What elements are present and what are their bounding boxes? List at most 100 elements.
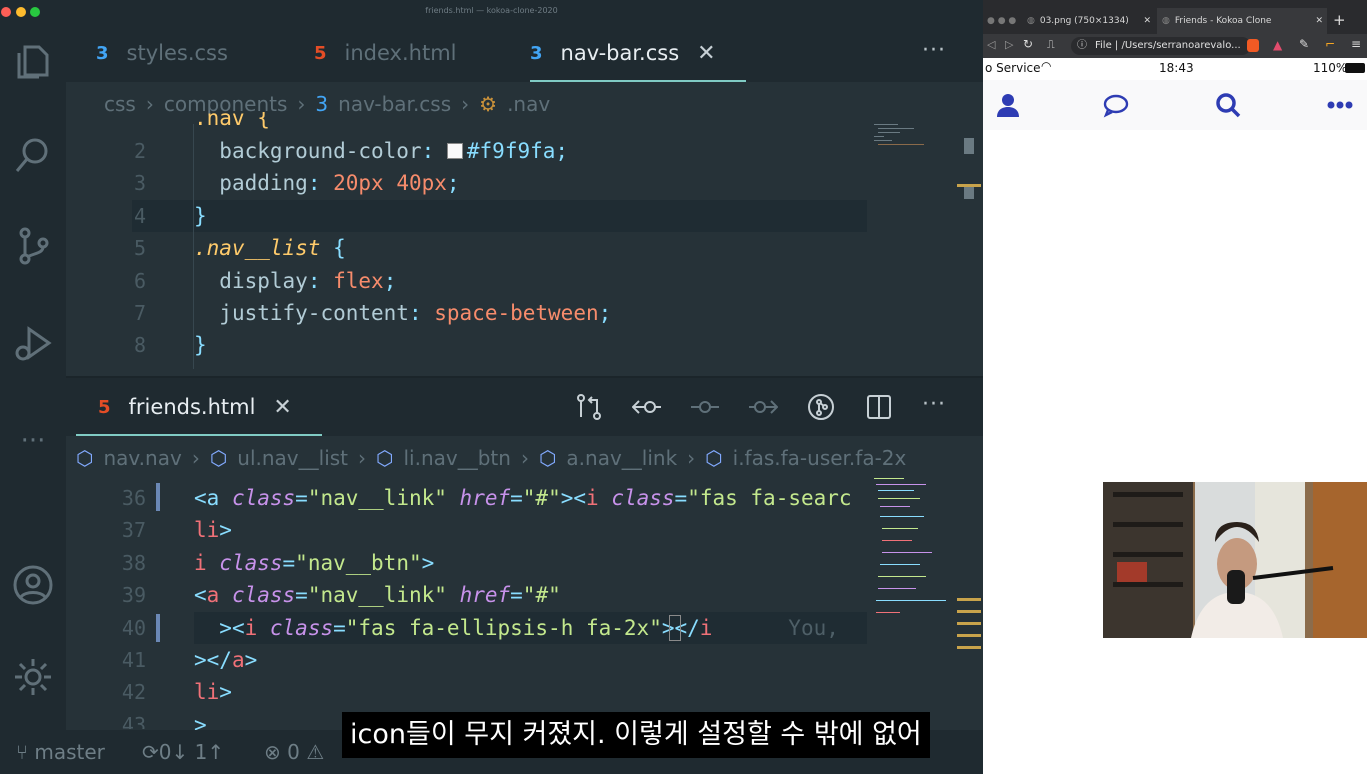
- element-icon: ⬡: [538, 446, 557, 470]
- user-icon[interactable]: [995, 92, 1021, 118]
- minimap-bottom[interactable]: [872, 476, 956, 626]
- bookmark-icon[interactable]: ⎍: [1047, 38, 1055, 52]
- new-tab-button[interactable]: +: [1333, 11, 1346, 29]
- pin-icon[interactable]: ⌐: [1325, 37, 1335, 51]
- source-control-icon[interactable]: [10, 222, 56, 268]
- brave-shield-icon[interactable]: [1247, 39, 1259, 52]
- line-number: 38: [121, 551, 146, 575]
- extension-icon[interactable]: ✎: [1299, 37, 1309, 51]
- browser-tab-label: 03.png (750×1334): [1039, 16, 1129, 26]
- video-subtitle: icon들이 무지 커졌지. 이렇게 설정할 수 밖에 없어: [342, 712, 930, 758]
- problems-indicator[interactable]: ⊗ 0 ⚠: [264, 740, 324, 764]
- previous-change-icon[interactable]: [631, 392, 662, 422]
- tab-styles-css[interactable]: 3 styles.css: [96, 24, 228, 82]
- more-actions-icon[interactable]: ···: [922, 38, 946, 63]
- close-tab-icon[interactable]: ✕: [697, 41, 715, 66]
- globe-icon: ◍: [1027, 16, 1035, 26]
- split-editor-icon[interactable]: [864, 392, 894, 422]
- next-change-icon[interactable]: [748, 392, 779, 422]
- browser-tab[interactable]: ◍ 03.png (750×1334) ✕: [1027, 8, 1155, 34]
- window-controls-icon[interactable]: ● ● ●: [987, 16, 1016, 26]
- css3-icon: 3: [96, 42, 109, 64]
- ellipsis-icon[interactable]: [1327, 92, 1353, 118]
- tab-friends-html[interactable]: 5 friends.html ✕: [98, 378, 322, 436]
- account-icon[interactable]: [10, 562, 56, 608]
- editor-group-bottom: 5 friends.html ✕ ··· ⬡ nav.nav › ⬡ ul.na…: [66, 378, 983, 730]
- scrollbar-thumb[interactable]: [964, 138, 974, 154]
- code-text: background-color: [219, 139, 422, 163]
- phone-status-bar: o Service ◠ 18:43 110%: [983, 58, 1367, 80]
- open-changes-icon[interactable]: [574, 392, 604, 422]
- minimap-top[interactable]: [872, 122, 952, 162]
- browser-tab-bar: ● ● ● ◍ 03.png (750×1334) ✕ ◍ Friends - …: [983, 8, 1367, 34]
- code-text: }: [194, 204, 207, 228]
- breadcrumb-item[interactable]: ul.nav__list: [237, 446, 348, 470]
- tab-nav-bar-css[interactable]: 3 nav-bar.css ✕: [530, 24, 746, 82]
- address-bar[interactable]: ⓘ File | /Users/serranoarevalo...: [1071, 37, 1251, 55]
- more-views-icon[interactable]: ···: [10, 418, 56, 464]
- code-line: >: [194, 713, 207, 730]
- back-icon[interactable]: ◁: [987, 38, 995, 51]
- forward-icon[interactable]: ▷: [1005, 38, 1013, 51]
- scrollbar-thumb[interactable]: [964, 187, 974, 199]
- carrier-label: o Service: [985, 61, 1041, 75]
- sync-counts: 0↓ 1↑: [158, 740, 225, 764]
- sync-indicator[interactable]: ⟳0↓ 1↑: [142, 740, 224, 764]
- git-lens-icon[interactable]: [806, 392, 836, 422]
- wifi-icon: ◠: [1041, 59, 1052, 73]
- element-icon: ⬡: [209, 446, 228, 470]
- tab-label: nav-bar.css: [560, 41, 680, 65]
- code-area-top[interactable]: .nav { background-color: #f9f9fa; paddin…: [194, 112, 874, 376]
- breadcrumb-item[interactable]: li.nav__btn: [403, 446, 510, 470]
- commit-icon[interactable]: [690, 392, 720, 422]
- color-swatch[interactable]: [446, 143, 463, 159]
- code-line: }: [194, 329, 207, 361]
- reload-icon[interactable]: ↻: [1023, 37, 1033, 51]
- git-gutter-modified: [156, 614, 160, 642]
- rewards-icon[interactable]: ▲: [1273, 38, 1282, 52]
- search-icon[interactable]: [1215, 92, 1241, 118]
- active-tab-indicator: [76, 434, 307, 436]
- code-line: i class="nav__btn">: [194, 551, 435, 575]
- more-actions-icon[interactable]: ···: [922, 392, 946, 417]
- window-title: friends.html — kokoa-clone-2020: [425, 6, 558, 15]
- settings-gear-icon[interactable]: [10, 654, 56, 700]
- close-tab-icon[interactable]: ✕: [273, 395, 291, 420]
- bracket-match-highlight: [669, 615, 681, 641]
- html5-icon: 5: [98, 396, 111, 418]
- code-text: padding: [219, 171, 308, 195]
- breadcrumb-item[interactable]: nav.nav: [103, 446, 181, 470]
- tab-label: styles.css: [126, 41, 228, 65]
- git-gutter-modified: [156, 483, 160, 511]
- scroll-marker: [957, 598, 981, 601]
- comment-icon[interactable]: [1103, 92, 1129, 118]
- line-number: 7: [133, 301, 146, 325]
- info-icon: ⓘ: [1077, 40, 1087, 51]
- line-number: 6: [133, 269, 146, 293]
- webcam-overlay: [1103, 482, 1367, 638]
- code-area-bottom[interactable]: <a class="nav__link" href="#" ><i class="…: [194, 482, 867, 730]
- menu-icon[interactable]: ≡: [1351, 37, 1361, 51]
- title-bar: friends.html — kokoa-clone-2020: [0, 0, 983, 24]
- scroll-marker: [957, 634, 981, 637]
- close-tab-icon[interactable]: ✕: [1143, 16, 1151, 26]
- search-icon[interactable]: [10, 132, 56, 178]
- warning-icon: ⚠: [306, 740, 325, 764]
- app-nav-bar: [983, 80, 1367, 130]
- breadcrumb-item[interactable]: a.nav__link: [566, 446, 677, 470]
- line-number: 41: [121, 648, 146, 672]
- breadcrumb-item[interactable]: css: [104, 92, 136, 116]
- breadcrumb-item[interactable]: i.fas.fa-user.fa-2x: [733, 446, 907, 470]
- line-number: 4: [133, 204, 146, 228]
- code-line: }: [194, 200, 207, 232]
- close-tab-icon[interactable]: ✕: [1315, 16, 1323, 26]
- branch-indicator[interactable]: ⑂ master: [16, 740, 105, 764]
- tab-index-html[interactable]: 5 index.html: [314, 24, 457, 82]
- vscode-window: friends.html — kokoa-clone-2020 ··· 3 st…: [0, 0, 983, 774]
- run-debug-icon[interactable]: [10, 320, 56, 366]
- code-line: <a class="nav__link" href="#": [194, 583, 561, 607]
- branch-name: master: [34, 740, 105, 764]
- browser-window: ● ● ● ◍ 03.png (750×1334) ✕ ◍ Friends - …: [983, 0, 1367, 774]
- browser-tab-active[interactable]: ◍ Friends - Kokoa Clone ✕: [1157, 8, 1327, 34]
- explorer-icon[interactable]: [10, 38, 56, 84]
